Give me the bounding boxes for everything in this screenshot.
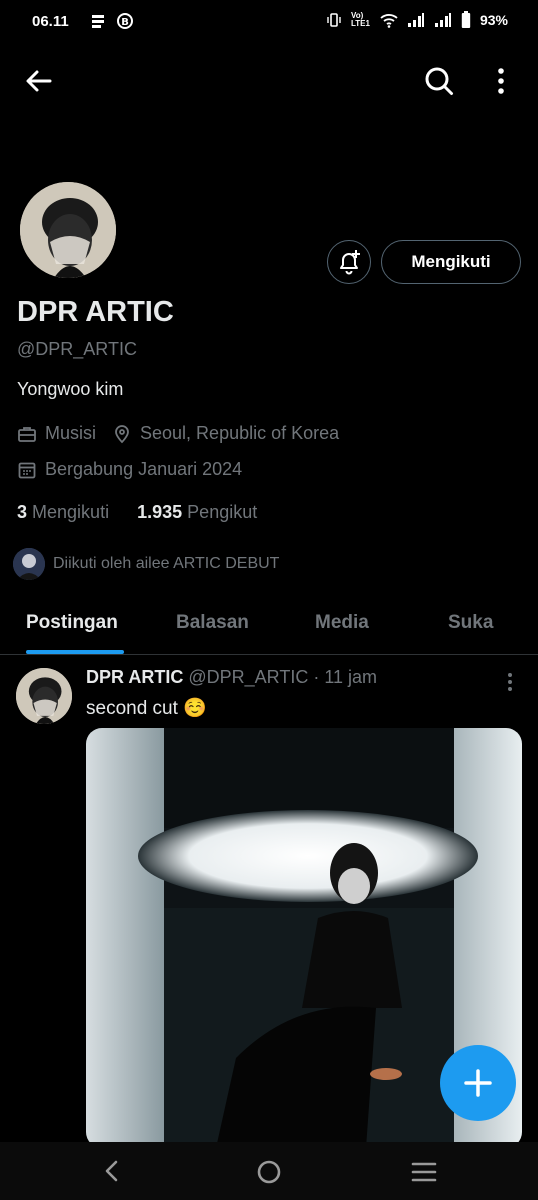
active-tab-indicator: [26, 650, 124, 654]
status-system-icons: Vo) LTE1 93%: [326, 11, 508, 29]
tab-postingan[interactable]: Postingan: [26, 612, 118, 634]
follower-avatar: [13, 548, 45, 580]
bell-plus-icon: [340, 250, 360, 275]
signal-2-icon: [434, 13, 451, 27]
status-notification-icons: B: [90, 12, 134, 30]
plus-icon: [464, 1069, 492, 1097]
profile-bio: Yongwoo kim: [17, 379, 124, 399]
post-more-button[interactable]: [498, 670, 522, 694]
nav-back-icon[interactable]: [100, 1159, 124, 1183]
profile-joined: Bergabung Januari 2024: [45, 459, 243, 479]
notification-button[interactable]: [327, 240, 371, 284]
vibrate-icon: [327, 13, 341, 27]
status-bar: 06.11 B Vo) LTE1 93%: [0, 0, 538, 44]
more-vertical-icon: [498, 68, 504, 94]
wifi-icon: [380, 14, 398, 28]
location-pin-icon: [115, 424, 129, 443]
calendar-icon: [18, 462, 36, 478]
follower-avatar-image: [13, 548, 45, 580]
signal-1-icon: [407, 13, 424, 27]
compose-fab[interactable]: [440, 1045, 516, 1121]
battery-percent: 93%: [479, 12, 508, 28]
search-button[interactable]: [422, 64, 456, 98]
profile-name: DPR ARTIC: [17, 296, 174, 328]
profile-tabs: Postingan Balasan Media Suka: [0, 596, 538, 655]
profile-avatar[interactable]: [20, 182, 116, 278]
post-author-name[interactable]: DPR ARTIC: [86, 667, 183, 687]
following-label: Mengikuti: [32, 502, 110, 522]
tab-balasan[interactable]: Balasan: [176, 612, 249, 634]
more-options-button[interactable]: [489, 64, 513, 98]
following-count: 3: [17, 502, 28, 522]
briefcase-icon: [18, 426, 36, 442]
following-button[interactable]: Mengikuti: [381, 240, 521, 284]
post-text: second cut ☺️: [86, 698, 207, 719]
post-avatar[interactable]: [16, 668, 72, 724]
post-more-icon: [508, 673, 512, 691]
tab-suka[interactable]: Suka: [448, 612, 493, 634]
back-button[interactable]: [22, 64, 56, 98]
following-link[interactable]: 3 Mengikuti: [17, 502, 109, 522]
avatar-image: [20, 182, 116, 278]
post-header: DPR ARTIC @DPR_ARTIC · 11 jam: [86, 667, 377, 688]
bitcoin-icon: B: [117, 13, 133, 29]
profile-meta-row: Musisi Seoul, Republic of Korea: [17, 423, 339, 444]
followers-label: Pengikut: [187, 502, 258, 522]
system-nav-bar: [0, 1142, 538, 1200]
profile-category: Musisi: [45, 423, 97, 443]
status-time: 06.11: [32, 13, 69, 30]
profile-joined-row: Bergabung Januari 2024: [17, 459, 242, 480]
profile-stats: 3 Mengikuti 1.935 Pengikut: [17, 502, 257, 523]
post-author-handle: @DPR_ARTIC: [188, 667, 309, 687]
followers-count: 1.935: [137, 502, 183, 522]
followed-by-row[interactable]: Diikuti oleh ailee ARTIC DEBUT: [13, 548, 279, 580]
nav-home-icon[interactable]: [256, 1159, 282, 1185]
data-saver-icon: [92, 15, 104, 28]
post-avatar-image: [16, 668, 72, 724]
nav-recents-icon[interactable]: [411, 1160, 437, 1184]
profile-handle: @DPR_ARTIC: [17, 339, 137, 359]
volte-label: Vo) LTE1: [350, 11, 370, 28]
tab-media[interactable]: Media: [315, 612, 369, 634]
battery-icon: [461, 11, 471, 28]
followed-by-text: Diikuti oleh ailee ARTIC DEBUT: [53, 555, 280, 572]
svg-text:B: B: [121, 17, 129, 28]
followers-link[interactable]: 1.935 Pengikut: [137, 502, 257, 522]
search-icon: [425, 67, 453, 95]
post-time: 11 jam: [324, 667, 378, 687]
profile-location: Seoul, Republic of Korea: [140, 423, 340, 443]
post-separator: ·: [308, 667, 325, 687]
back-arrow-icon: [26, 70, 52, 92]
